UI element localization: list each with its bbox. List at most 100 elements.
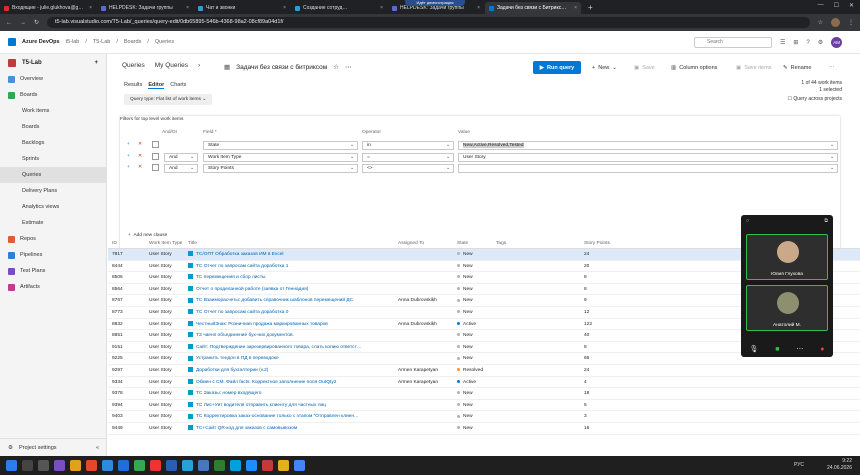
cell-title[interactable]: Сайт: Подтверждение зарезервированного т…: [196, 345, 362, 350]
table-row[interactable]: 9403 User Story TC Корректировка заказ-осн…: [108, 411, 860, 423]
andor-select[interactable]: And ⌄: [164, 152, 198, 162]
sidebar-item-pipelines[interactable]: Pipelines: [0, 247, 106, 263]
search-icon[interactable]: [22, 460, 33, 471]
remove-clause-icon[interactable]: ✕: [138, 142, 142, 147]
help-icon[interactable]: ?: [806, 40, 809, 46]
col-tags[interactable]: Tags: [496, 239, 506, 249]
participant-tile[interactable]: Анатолий М.: [746, 285, 828, 331]
sidebar-item-boards[interactable]: Boards: [0, 87, 106, 103]
tab-close-icon[interactable]: ×: [186, 5, 189, 11]
query-across-projects-checkbox[interactable]: ☐ Query across projects: [787, 96, 842, 103]
col-type[interactable]: Work Item Type: [149, 239, 182, 249]
screen-share-pill[interactable]: Идёт демонстрация: [405, 0, 465, 6]
cell-title[interactable]: TC Взаиморасчеты: добавить справочник ша…: [196, 298, 354, 303]
clause-checkbox[interactable]: [152, 152, 159, 160]
minimize-icon[interactable]: —: [818, 2, 824, 9]
col-state[interactable]: State: [457, 239, 468, 249]
tab-close-icon[interactable]: ×: [89, 5, 92, 11]
azure-devops-logo-icon[interactable]: [8, 38, 16, 46]
new-button[interactable]: + New ⌄: [592, 61, 617, 74]
maximize-icon[interactable]: ☐: [834, 2, 839, 9]
list-icon[interactable]: ☰: [780, 39, 785, 46]
task-view-icon[interactable]: [38, 460, 49, 471]
add-new-clause-button[interactable]: + Add new clause: [128, 233, 167, 238]
table-row[interactable]: 9378 User Story TC Заказы: номер входящего…: [108, 388, 860, 400]
clause-checkbox[interactable]: [152, 141, 159, 148]
sidebar-item-test-plans[interactable]: Test Plans: [0, 263, 106, 279]
user-settings-icon[interactable]: ⚙: [818, 39, 823, 46]
zoom-icon[interactable]: [246, 460, 257, 471]
add-clause-icon[interactable]: +: [127, 154, 130, 159]
tab-close-icon[interactable]: ×: [380, 5, 383, 11]
add-clause-icon[interactable]: +: [127, 142, 130, 147]
my-queries-link[interactable]: My Queries: [155, 62, 188, 69]
col-story-points[interactable]: Story Points: [584, 239, 610, 249]
collapse-icon[interactable]: «: [96, 445, 99, 451]
app-icon[interactable]: [278, 460, 289, 471]
user-avatar[interactable]: AM: [831, 37, 843, 48]
yandex-icon[interactable]: [150, 460, 161, 471]
close-icon[interactable]: ✕: [849, 2, 854, 9]
sidebar-item-artifacts[interactable]: Artifacts: [0, 279, 106, 295]
app-icon[interactable]: [86, 460, 97, 471]
app-icon[interactable]: [102, 460, 113, 471]
menu-icon[interactable]: ⋮: [848, 19, 854, 26]
tab-editor[interactable]: Editor: [148, 82, 165, 89]
sidebar-item-estimate[interactable]: Estimate: [0, 215, 106, 231]
browser-tab[interactable]: HELPDESK: Задачи группы ×: [97, 2, 193, 14]
microphone-icon[interactable]: 🎙: [749, 345, 758, 353]
telegram-icon[interactable]: [182, 460, 193, 471]
clock[interactable]: 9:22 24.06.2026: [827, 458, 852, 472]
operator-select[interactable]: = ⌄: [362, 152, 454, 162]
field-select[interactable]: State ⌄: [203, 141, 358, 150]
run-query-button[interactable]: ▶ Run query: [533, 61, 581, 74]
cell-title[interactable]: Устранить тендон в ПД в переводоке: [196, 356, 279, 361]
app-icon[interactable]: [294, 460, 305, 471]
language-indicator[interactable]: РУС: [794, 462, 804, 468]
cell-title[interactable]: Отчет о проделанной работе (заявка от Ге…: [196, 287, 308, 292]
project-header[interactable]: T5-Lab +: [0, 54, 106, 71]
sidebar-item-queries[interactable]: Queries: [0, 167, 106, 183]
breadcrumb-org[interactable]: t5-lab: [66, 39, 80, 45]
more-options-icon[interactable]: ⋯: [796, 345, 803, 353]
app-icon[interactable]: [262, 460, 273, 471]
sidebar-item-work-items[interactable]: Work items: [0, 103, 106, 119]
query-type-select[interactable]: Query type: Flat list of work items ⌄: [124, 94, 213, 105]
sidebar-item-overview[interactable]: Overview: [0, 71, 106, 87]
rename-button[interactable]: ✎ Rename: [783, 61, 811, 74]
andor-select[interactable]: And ⌄: [164, 164, 198, 173]
visual-studio-icon[interactable]: [54, 460, 65, 471]
value-field[interactable]: New,Active,Resolved,Tested ⌄: [458, 141, 838, 150]
table-row[interactable]: 9394 User Story TC Лис+Уит водителя отправ…: [108, 400, 860, 412]
reload-icon[interactable]: ↻: [34, 19, 39, 26]
browser-tab[interactable]: Чат и звонки ×: [194, 2, 290, 14]
cell-title[interactable]: TC Отчет по запросам сайта доработка 0: [196, 310, 288, 315]
operator-select[interactable]: <> ⌄: [362, 164, 454, 173]
col-assigned[interactable]: Assigned To: [398, 239, 424, 249]
cell-title[interactable]: TC перемещения и сбор листы: [196, 275, 265, 280]
cell-title[interactable]: Обмен с СМ. Файл facts. Корректное запол…: [196, 380, 336, 385]
app-icon[interactable]: [230, 460, 241, 471]
cell-title[interactable]: ТЗ чаенп объединение бух-них документов.: [196, 333, 294, 338]
forward-icon[interactable]: →: [20, 20, 26, 26]
more-actions-icon[interactable]: ⋯: [829, 61, 835, 74]
tab-close-icon[interactable]: ×: [283, 5, 286, 11]
bag-icon[interactable]: ⊞: [793, 39, 798, 46]
search-input[interactable]: Search: [694, 37, 772, 48]
tab-charts[interactable]: Charts: [170, 82, 186, 89]
col-id[interactable]: ID: [112, 239, 117, 249]
add-clause-icon[interactable]: +: [127, 165, 130, 170]
cell-title[interactable]: TC+Сайт QR-код для заказов с самовывозом: [196, 426, 297, 431]
video-call-panel[interactable]: ○ ⧉ Юлия Глухова Анатолий М. 🎙 ■ ⋯ ●: [741, 215, 833, 357]
tab-close-icon[interactable]: ×: [477, 5, 480, 11]
cell-title[interactable]: TC Корректировка заказ-основание только …: [196, 414, 359, 419]
file-explorer-icon[interactable]: [70, 460, 81, 471]
participant-tile[interactable]: Юлия Глухова: [746, 234, 828, 280]
profile-avatar[interactable]: [831, 18, 840, 27]
browser-tab[interactable]: Задачи без связи с Битрикс… ×: [485, 2, 581, 14]
remove-clause-icon[interactable]: ✕: [138, 165, 142, 170]
breadcrumb-queries[interactable]: Queries: [155, 39, 174, 45]
save-items-button[interactable]: ▣ Save items: [736, 61, 771, 74]
app-icon[interactable]: [118, 460, 129, 471]
clause-checkbox[interactable]: [152, 164, 159, 171]
